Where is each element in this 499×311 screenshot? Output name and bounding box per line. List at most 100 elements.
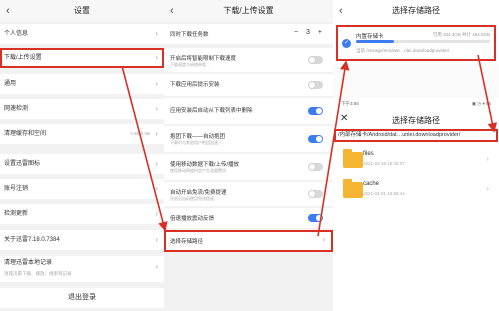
toggle-switch[interactable] — [308, 163, 323, 171]
chevron-right-icon: › — [322, 235, 325, 244]
toggle-switch[interactable] — [308, 214, 323, 222]
logout-button[interactable]: 退出登录 — [0, 288, 164, 308]
quantity-stepper[interactable]: − 3 + — [294, 29, 325, 36]
folder-item-cache[interactable]: cache 2021-04-01 15:55:44 › — [333, 178, 499, 206]
settings-item-label: 设置迅雷图标 — [4, 161, 41, 167]
current-path-breadcrumb: /内部存储卡/Android/dat…unlei.downloadprovide… — [334, 129, 498, 142]
toggle-switch[interactable] — [308, 81, 323, 89]
plus-button[interactable]: + — [318, 29, 325, 36]
toggle-switch[interactable] — [308, 190, 323, 198]
internal-storage-card[interactable]: ✓ 内置存储卡 可用 334.4GB 共计 464.5GB 当前 /storag… — [336, 25, 496, 61]
back-arrow-icon[interactable]: ‹ — [170, 0, 174, 22]
storage-name: 内置存储卡 — [356, 34, 384, 40]
settings-item-download-upload[interactable]: 下载/上传设置 › — [0, 48, 164, 68]
storage-capacity: 可用 334.4GB 共计 464.5GB — [432, 32, 490, 37]
settings-item-label: 检测更新 — [4, 211, 29, 217]
setting-sub: 下载速度与网络带宽… — [170, 62, 210, 67]
chevron-right-icon: › — [155, 184, 158, 193]
settings-item-label: 网速检测 — [4, 106, 29, 112]
folder-item-files[interactable]: files 2021-03-18 16:35:37 › — [333, 148, 499, 176]
settings-item-label: 关于迅雷7.18.0.7384 — [4, 237, 60, 243]
back-arrow-icon[interactable]: ‹ — [6, 0, 10, 22]
storage-path-label: 选择存储路径 — [170, 239, 204, 245]
settings-item-sub: 清理迅雷下载、播放、搜索等记录 — [4, 271, 72, 276]
folder-name: files — [363, 151, 374, 157]
storage-dialog-header: ‹ 选择存储路径 — [333, 0, 499, 22]
chevron-right-icon: › — [155, 29, 158, 38]
storage-usage-bar — [356, 40, 490, 43]
settings-header: ‹ 设置 — [0, 0, 164, 22]
toggle-switch[interactable] — [308, 135, 323, 143]
download-settings-title: 下载/上传设置 — [223, 6, 274, 15]
chevron-right-icon: › — [155, 235, 158, 244]
chevron-right-icon: › — [155, 129, 158, 138]
chevron-right-icon: › — [155, 262, 158, 271]
setting-label: 应用安装后自动从下载列表中删除 — [170, 108, 253, 114]
concurrent-tasks-row: 同时下载任务数 − 3 + — [164, 24, 333, 44]
settings-item-clear-records[interactable]: 清理迅雷本地记录 清理迅雷下载、播放、搜索等记录 › — [0, 256, 164, 282]
settings-item-app-icon[interactable]: 设置迅雷图标 › — [0, 154, 164, 174]
setting-label: 自动开启免流/免费提速 — [170, 190, 227, 196]
storage-path-panel: ‹ 选择存储路径 ✓ 内置存储卡 可用 334.4GB 共计 464.5GB 当… — [333, 0, 499, 311]
choose-storage-path-item[interactable]: 选择存储路径 › — [164, 230, 333, 252]
settings-item-check-update[interactable]: 检测更新 › — [0, 204, 164, 224]
settings-item-label: 下载/上传设置 — [4, 55, 42, 61]
settings-item-label: 清理迅雷本地记录 — [4, 260, 53, 266]
chevron-right-icon: › — [155, 159, 158, 168]
chevron-right-icon: › — [155, 209, 158, 218]
settings-item-profile[interactable]: 个人信息 › — [0, 24, 164, 44]
settings-item-label: 清理缓存和空间 — [4, 131, 47, 137]
toggle-switch[interactable] — [308, 107, 323, 115]
chevron-right-icon: › — [486, 154, 489, 163]
setting-sub: 使用移动网络时会产生流量费用 — [170, 168, 226, 173]
settings-item-label: 个人信息 — [4, 31, 29, 37]
settings-item-label: 通用 — [4, 81, 17, 87]
setting-auto-remove: 应用安装后自动从下载列表中删除 — [164, 98, 333, 124]
stepper-value: 3 — [306, 29, 313, 36]
settings-item-general[interactable]: 通用 › — [0, 74, 164, 94]
chevron-right-icon: › — [155, 53, 158, 62]
setting-mobile-data: 使用移动数据下载/上传/播放 使用移动网络时会产生流量费用 — [164, 154, 333, 180]
folder-date: 2021-03-18 16:35:37 — [363, 161, 405, 166]
storage-usage-fill — [356, 40, 394, 43]
setting-group-download: 抱团下载——自动抱团 下载时与其他用户抱团加速… — [164, 126, 333, 152]
setting-install-prompt: 下载应用后提示安装 — [164, 74, 333, 96]
cache-size: 3.9B/0.0B — [130, 131, 150, 136]
setting-smart-speed-limit: 开启后将智能限制下载速度 下载速度与网络带宽… — [164, 48, 333, 72]
settings-item-deactivate-account[interactable]: 账号注销 › — [0, 179, 164, 199]
settings-item-speed-test[interactable]: 网速检测 › — [0, 99, 164, 119]
concurrent-tasks-label: 同时下载任务数 — [170, 32, 209, 38]
folder-date: 2021-04-01 15:55:44 — [363, 191, 405, 196]
chevron-right-icon: › — [486, 184, 489, 193]
settings-panel: ‹ 设置 个人信息 › 下载/上传设置 › 通用 › 网速检测 › 清理缓存和空… — [0, 0, 164, 311]
status-icons: ▣ ◷ ▾ 56 — [471, 101, 491, 106]
folder-name: cache — [363, 181, 380, 187]
folder-icon — [343, 179, 363, 198]
toggle-switch[interactable] — [308, 56, 323, 64]
chevron-right-icon: › — [155, 79, 158, 88]
setting-label: 开启后将智能限制下载速度 — [170, 56, 237, 62]
download-settings-panel: ‹ 下载/上传设置 同时下载任务数 − 3 + 开启后将智能限制下载速度 下载速… — [164, 0, 333, 311]
status-bar: 下午3:56 ▣ ◷ ▾ 56 — [333, 99, 499, 109]
chevron-right-icon: › — [155, 104, 158, 113]
setting-label: 抱团下载——自动抱团 — [170, 134, 226, 140]
storage-current-path: 当前 /storage/emulate…nlei.downloadprovide… — [356, 48, 450, 53]
check-icon: ✓ — [342, 39, 351, 48]
setting-free-speedup: 自动开启免流/免费提速 开启后自动使用免流提速… — [164, 182, 333, 206]
setting-label: 使用移动数据下载/上传/播放 — [170, 162, 240, 168]
settings-item-label: 账号注销 — [4, 186, 29, 192]
folder-browser-header: ✕ 选择存储路径 — [333, 111, 499, 131]
setting-sub: 下载时与其他用户抱团加速… — [170, 140, 222, 145]
empty-area — [333, 64, 499, 98]
storage-dialog-title: 选择存储路径 — [392, 6, 440, 15]
back-arrow-icon[interactable]: ‹ — [339, 0, 343, 22]
setting-label: 倍速播放震动反馈 — [170, 216, 215, 222]
folder-icon — [343, 149, 363, 168]
status-time: 下午3:56 — [341, 101, 359, 106]
folder-browser-title: 选择存储路径 — [392, 116, 440, 125]
settings-item-clear-cache[interactable]: 清理缓存和空间 3.9B/0.0B › — [0, 124, 164, 144]
settings-item-about[interactable]: 关于迅雷7.18.0.7384 › — [0, 230, 164, 250]
download-settings-header: ‹ 下载/上传设置 — [164, 0, 333, 22]
settings-title: 设置 — [74, 6, 90, 15]
minus-button[interactable]: − — [294, 29, 301, 36]
